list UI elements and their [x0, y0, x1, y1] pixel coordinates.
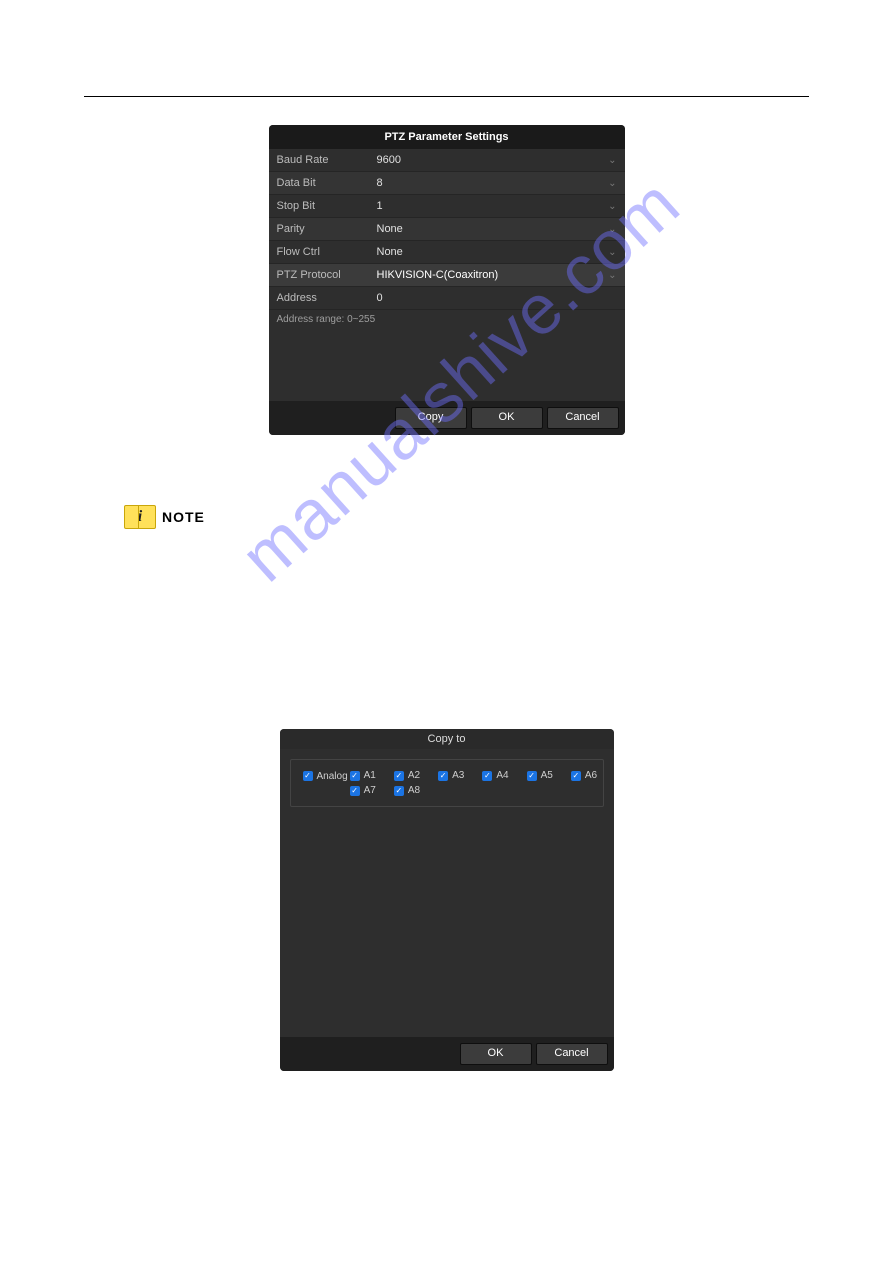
- channel-checkbox-a4[interactable]: ✓ A4: [482, 770, 508, 781]
- parity-value: None: [377, 223, 609, 235]
- address-value: 0: [377, 292, 617, 304]
- copy-to-button-bar: OK Cancel: [280, 1037, 614, 1071]
- cancel-button[interactable]: Cancel: [536, 1043, 608, 1065]
- chevron-down-icon: ⌄: [608, 155, 616, 166]
- checkmark-icon: ✓: [394, 771, 404, 781]
- row-data-bit[interactable]: Data Bit 8 ⌄: [269, 172, 625, 195]
- channel-label: A8: [408, 785, 420, 796]
- address-range-note: Address range: 0~255: [269, 310, 625, 329]
- channel-checkbox-a8[interactable]: ✓ A8: [394, 785, 420, 796]
- channel-checkbox-a3[interactable]: ✓ A3: [438, 770, 464, 781]
- channel-label: A2: [408, 770, 420, 781]
- note-callout: i NOTE: [124, 505, 809, 529]
- checkmark-icon: ✓: [482, 771, 492, 781]
- channel-box: ✓ Analog ✓ A1 ✓ A2 ✓ A3 ✓ A4 ✓ A5 ✓ A6 ✓ A7 ✓ A8: [290, 759, 604, 807]
- checkmark-icon: ✓: [527, 771, 537, 781]
- cancel-button[interactable]: Cancel: [547, 407, 619, 429]
- channel-checkbox-a1[interactable]: ✓ A1: [350, 770, 376, 781]
- chevron-down-icon: ⌄: [608, 247, 616, 258]
- ptz-parameter-dialog: PTZ Parameter Settings Baud Rate 9600 ⌄ …: [269, 125, 625, 435]
- address-label: Address: [277, 292, 377, 304]
- checkmark-icon: ✓: [350, 771, 360, 781]
- channel-label: A1: [364, 770, 376, 781]
- dialog-button-bar: Copy OK Cancel: [269, 401, 625, 435]
- channel-checkbox-a7[interactable]: ✓ A7: [350, 785, 376, 796]
- checkmark-icon: ✓: [438, 771, 448, 781]
- copy-to-title: Copy to: [280, 729, 614, 749]
- chevron-down-icon: ⌄: [608, 270, 616, 281]
- checkmark-icon: ✓: [303, 771, 313, 781]
- row-ptz-protocol[interactable]: PTZ Protocol HIKVISION-C(Coaxitron) ⌄: [269, 264, 625, 287]
- row-parity[interactable]: Parity None ⌄: [269, 218, 625, 241]
- row-flow-ctrl[interactable]: Flow Ctrl None ⌄: [269, 241, 625, 264]
- flow-ctrl-value: None: [377, 246, 609, 258]
- note-icon: i: [124, 505, 156, 529]
- ok-button[interactable]: OK: [460, 1043, 532, 1065]
- channel-label: A4: [496, 770, 508, 781]
- channel-label: A3: [452, 770, 464, 781]
- data-bit-value: 8: [377, 177, 609, 189]
- baud-rate-value: 9600: [377, 154, 609, 166]
- checkmark-icon: ✓: [350, 786, 360, 796]
- parity-label: Parity: [277, 223, 377, 235]
- chevron-down-icon: ⌄: [608, 201, 616, 212]
- stop-bit-label: Stop Bit: [277, 200, 377, 212]
- row-stop-bit[interactable]: Stop Bit 1 ⌄: [269, 195, 625, 218]
- copy-to-dialog: Copy to ✓ Analog ✓A1✓A2✓A3✓A4✓A5✓A6✓A7✓A…: [280, 729, 614, 1071]
- channel-label: A6: [585, 770, 597, 781]
- chevron-down-icon: ⌄: [608, 178, 616, 189]
- chevron-down-icon: ⌄: [608, 224, 616, 235]
- flow-ctrl-label: Flow Ctrl: [277, 246, 377, 258]
- note-label: NOTE: [162, 509, 205, 525]
- row-baud-rate[interactable]: Baud Rate 9600 ⌄: [269, 149, 625, 172]
- ptz-protocol-value: HIKVISION-C(Coaxitron): [377, 269, 609, 281]
- analog-label: Analog: [317, 771, 348, 782]
- channel-checkbox-a2[interactable]: ✓ A2: [394, 770, 420, 781]
- dialog-title: PTZ Parameter Settings: [269, 125, 625, 149]
- copy-button[interactable]: Copy: [395, 407, 467, 429]
- page-divider: [84, 96, 809, 97]
- checkmark-icon: ✓: [571, 771, 581, 781]
- checkmark-icon: ✓: [394, 786, 404, 796]
- ptz-protocol-label: PTZ Protocol: [277, 269, 377, 281]
- channel-label: A5: [541, 770, 553, 781]
- channel-checkbox-a5[interactable]: ✓ A5: [527, 770, 553, 781]
- row-address[interactable]: Address 0: [269, 287, 625, 310]
- data-bit-label: Data Bit: [277, 177, 377, 189]
- ok-button[interactable]: OK: [471, 407, 543, 429]
- baud-rate-label: Baud Rate: [277, 154, 377, 166]
- channel-label: A7: [364, 785, 376, 796]
- analog-checkbox[interactable]: ✓ Analog: [303, 771, 348, 782]
- stop-bit-value: 1: [377, 200, 609, 212]
- channel-checkbox-a6[interactable]: ✓ A6: [571, 770, 597, 781]
